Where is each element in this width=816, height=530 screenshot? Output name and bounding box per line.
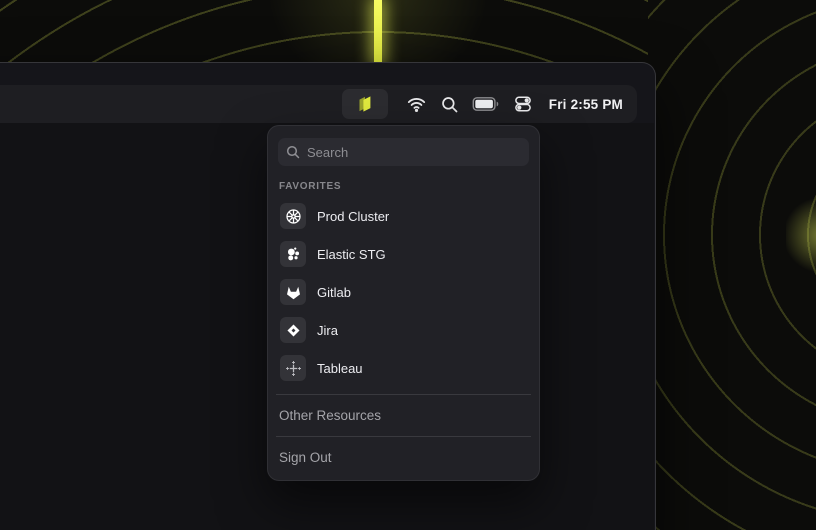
- yellow-beam: [374, 0, 382, 64]
- tableau-icon: [280, 355, 306, 381]
- menu-item-label: Jira: [317, 323, 338, 338]
- right-edge-glow: [786, 185, 816, 285]
- menu-item-other-resources[interactable]: Other Resources: [268, 395, 539, 436]
- gitlab-icon: [280, 279, 306, 305]
- menu-item-gitlab[interactable]: Gitlab: [268, 273, 539, 311]
- menu-item-label: Tableau: [317, 361, 363, 376]
- jira-icon: [280, 317, 306, 343]
- menu-item-prod-cluster[interactable]: Prod Cluster: [268, 197, 539, 235]
- elastic-cluster-icon: [280, 241, 306, 267]
- app-logo-button[interactable]: [342, 89, 388, 119]
- menu-item-label: Prod Cluster: [317, 209, 389, 224]
- menu-bar: Fri 2:55 PM: [0, 85, 637, 123]
- favorites-section-label: FAVORITES: [279, 181, 529, 192]
- menu-item-tableau[interactable]: Tableau: [268, 349, 539, 387]
- app-logo-icon: [354, 93, 376, 115]
- search-field[interactable]: [278, 138, 529, 166]
- search-input[interactable]: [307, 145, 521, 160]
- control-center-icon[interactable]: [513, 94, 533, 114]
- spotlight-search-icon[interactable]: [440, 95, 459, 114]
- battery-icon[interactable]: [472, 97, 500, 111]
- app-dropdown-menu: FAVORITES Prod Cluster: [267, 125, 540, 481]
- menu-item-sign-out[interactable]: Sign Out: [268, 437, 539, 480]
- menu-item-label: Elastic STG: [317, 247, 386, 262]
- menu-item-elastic-stg[interactable]: Elastic STG: [268, 235, 539, 273]
- menubar-clock[interactable]: Fri 2:55 PM: [549, 97, 623, 112]
- wifi-icon[interactable]: [406, 94, 427, 114]
- search-icon: [286, 145, 300, 159]
- kubernetes-icon: [280, 203, 306, 229]
- menu-item-label: Gitlab: [317, 285, 351, 300]
- menu-item-jira[interactable]: Jira: [268, 311, 539, 349]
